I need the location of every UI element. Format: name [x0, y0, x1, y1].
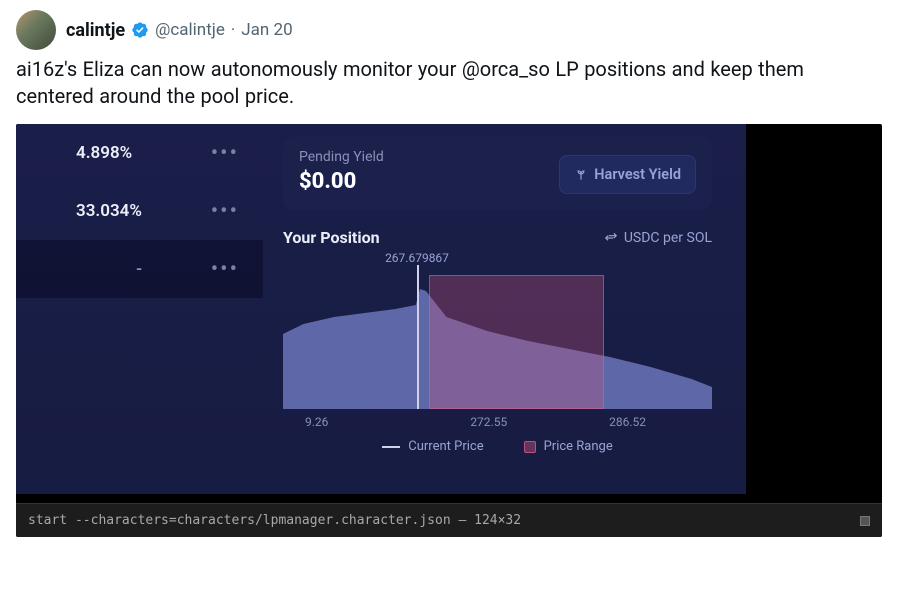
sidebar: 4.898% ••• 33.034% ••• - ••• — [16, 124, 263, 494]
yield-label: Pending Yield — [299, 149, 384, 165]
dashboard-panel: 4.898% ••• 33.034% ••• - ••• $2.68 - — [16, 124, 746, 494]
sidebar-row: - ••• — [16, 240, 263, 298]
main-panel: $2.68 - Pending Yield $0.00 Harvest Yiel… — [263, 124, 746, 494]
more-icon[interactable]: ••• — [211, 141, 239, 166]
harvest-yield-button[interactable]: Harvest Yield — [559, 155, 696, 194]
terminal-text: start --characters=characters/lpmanager.… — [28, 513, 521, 528]
scroll-indicator-icon — [860, 516, 870, 526]
legend-label: Price Range — [544, 439, 613, 454]
more-icon[interactable]: ••• — [211, 257, 239, 282]
yield-card: Pending Yield $0.00 Harvest Yield — [283, 137, 712, 210]
verified-badge-icon — [131, 21, 149, 39]
mention-link[interactable]: @orca_so — [462, 57, 550, 81]
sidebar-value: 4.898% — [16, 143, 132, 163]
current-price-marker-label: 267.679867 — [385, 251, 449, 265]
x-tick: 286.52 — [609, 415, 646, 429]
price-value: $2.68 — [283, 124, 340, 125]
current-price-line — [417, 265, 419, 409]
sprout-icon — [574, 168, 588, 182]
x-axis-ticks: 9.26 272.55 286.52 — [283, 415, 712, 433]
legend-current-price: Current Price — [382, 439, 483, 454]
display-name[interactable]: calintje — [66, 20, 125, 41]
position-title: Your Position — [283, 228, 380, 247]
position-chart: 267.679867 — [283, 259, 712, 409]
tweet-date[interactable]: Jan 20 — [241, 20, 292, 40]
embedded-media[interactable]: 4.898% ••• 33.034% ••• - ••• $2.68 - — [16, 124, 882, 537]
price-range-overlay — [429, 275, 604, 409]
terminal-bar: start --characters=characters/lpmanager.… — [16, 503, 882, 537]
yield-value: $0.00 — [299, 169, 384, 194]
sidebar-row: 33.034% ••• — [16, 182, 263, 240]
harvest-label: Harvest Yield — [594, 166, 681, 183]
separator: · — [231, 20, 235, 40]
legend-label: Current Price — [408, 439, 483, 454]
sidebar-row: 4.898% ••• — [16, 124, 263, 182]
unit-label: USDC per SOL — [624, 230, 712, 246]
sidebar-value: - — [16, 259, 142, 279]
tweet-text: ai16z's Eliza can now autonomously monit… — [16, 56, 882, 110]
x-tick: 272.55 — [470, 415, 507, 429]
more-icon[interactable]: ••• — [211, 199, 239, 224]
x-tick: 9.26 — [305, 415, 328, 429]
sidebar-value: 33.034% — [16, 201, 142, 221]
legend-line-icon — [382, 446, 400, 448]
legend-box-icon — [524, 441, 536, 453]
handle[interactable]: @calintje — [155, 20, 225, 40]
chart-legend: Current Price Price Range — [283, 439, 712, 454]
tweet-text-part-1: ai16z's Eliza can now autonomously monit… — [16, 57, 462, 81]
swap-icon — [604, 231, 618, 245]
tweet-header: calintje @calintje · Jan 20 — [16, 10, 882, 50]
avatar[interactable] — [16, 10, 56, 50]
legend-price-range: Price Range — [524, 439, 613, 454]
unit-toggle[interactable]: USDC per SOL — [604, 230, 712, 246]
